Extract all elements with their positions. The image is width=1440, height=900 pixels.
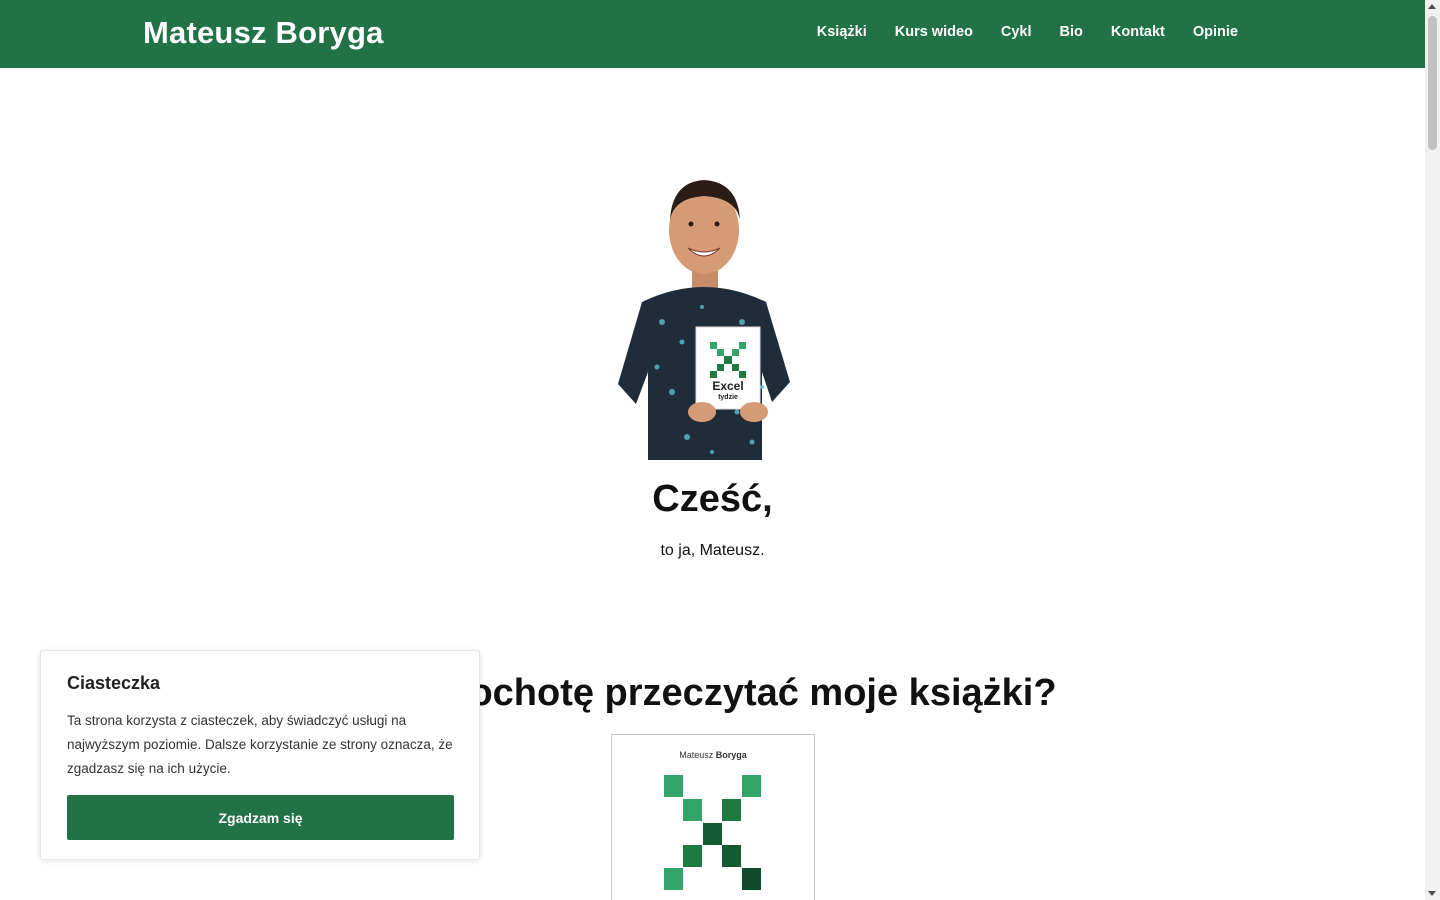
scroll-up-arrow-icon[interactable] bbox=[1428, 4, 1436, 9]
site-brand[interactable]: Mateusz Boryga bbox=[143, 15, 384, 51]
nav-link-books[interactable]: Książki bbox=[817, 24, 867, 40]
nav-link-video-course[interactable]: Kurs wideo bbox=[895, 24, 973, 40]
page-scrollbar[interactable] bbox=[1425, 0, 1440, 900]
hero-subtitle: to ja, Mateusz. bbox=[660, 542, 765, 559]
nav-link-reviews[interactable]: Opinie bbox=[1193, 24, 1238, 40]
held-book-title: Excel bbox=[712, 379, 743, 393]
held-book-subtitle: tydzie bbox=[718, 394, 738, 401]
excel-x-logo-icon bbox=[664, 775, 761, 890]
scroll-down-arrow-icon[interactable] bbox=[1428, 891, 1436, 896]
nav-link-bio[interactable]: Bio bbox=[1060, 24, 1083, 40]
accept-cookies-button[interactable]: Zgadzam się bbox=[67, 795, 454, 840]
cookie-banner-text: Ta strona korzysta z ciasteczek, aby świ… bbox=[67, 713, 453, 776]
scroll-thumb[interactable] bbox=[1428, 16, 1437, 150]
cookie-banner-title: Ciasteczka bbox=[67, 673, 161, 693]
book-cover[interactable]: Mateusz Boryga bbox=[611, 734, 815, 900]
cookie-consent-banner: Ciasteczka Ta strona korzysta z ciastecz… bbox=[40, 650, 480, 860]
nav-link-contact[interactable]: Kontakt bbox=[1111, 24, 1165, 40]
top-navbar: Mateusz Boryga Książki Kurs wideo Cykl B… bbox=[0, 0, 1425, 68]
hero-greeting: Cześć, bbox=[652, 478, 773, 520]
author-portrait: Excel tydzie bbox=[618, 180, 790, 460]
main-nav: Książki Kurs wideo Cykl Bio Kontakt Opin… bbox=[817, 24, 1238, 40]
nav-link-series[interactable]: Cykl bbox=[1001, 24, 1032, 40]
